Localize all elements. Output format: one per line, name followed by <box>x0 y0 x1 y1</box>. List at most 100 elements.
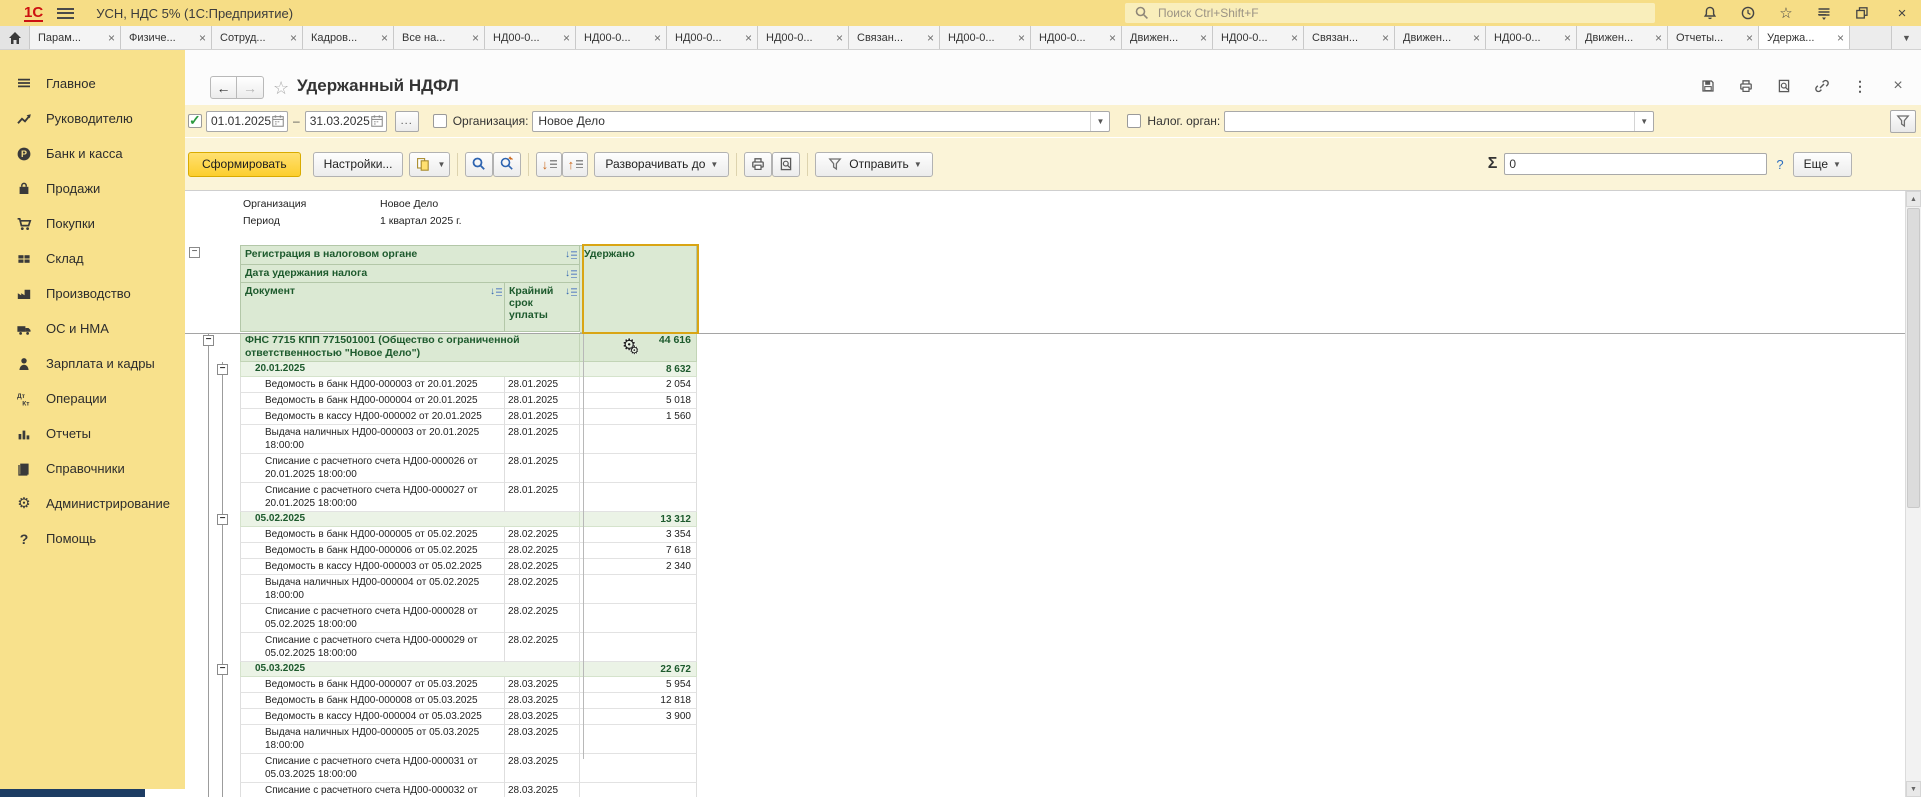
tab-item[interactable]: НД00-0...× <box>1213 26 1304 49</box>
kebab-icon[interactable]: ⋮ <box>1851 77 1869 95</box>
forward-button[interactable]: → <box>237 76 264 99</box>
date-total-cell[interactable]: 13 312 <box>580 512 697 527</box>
period-checkbox[interactable] <box>188 114 202 128</box>
amount-cell[interactable]: 2 054 <box>580 377 697 393</box>
amount-cell[interactable]: 2 340 <box>580 559 697 575</box>
collapse-groups-button[interactable]: ↓ <box>536 152 562 177</box>
report-doc-row[interactable]: Ведомость в кассу НД00-000002 от 20.01.2… <box>188 409 1088 425</box>
tab-close-icon[interactable]: × <box>1018 32 1025 44</box>
deadline-cell[interactable]: 28.03.2025 <box>505 677 580 693</box>
tab-item[interactable]: Парам...× <box>30 26 121 49</box>
history-icon[interactable] <box>1739 4 1757 22</box>
tab-close-icon[interactable]: × <box>654 32 661 44</box>
date-group-cell[interactable]: 05.03.2025 <box>240 662 580 677</box>
document-cell[interactable]: Ведомость в кассу НД00-000004 от 05.03.2… <box>240 709 505 725</box>
document-cell[interactable]: Списание с расчетного счета НД00-000029 … <box>240 633 505 662</box>
help-link[interactable]: ? <box>1776 157 1783 172</box>
tab-item[interactable]: НД00-0...× <box>576 26 667 49</box>
report-date-row[interactable]: −20.01.20258 632 <box>188 362 1088 377</box>
sidebar-item-зарплата-и-кадры[interactable]: Зарплата и кадры <box>0 346 185 381</box>
scrollbar-thumb[interactable] <box>1907 208 1920 508</box>
tab-close-icon[interactable]: × <box>1200 32 1207 44</box>
sort-icon[interactable]: ↓ <box>565 286 577 298</box>
amount-cell[interactable] <box>580 783 697 797</box>
deadline-cell[interactable]: 28.03.2025 <box>505 725 580 754</box>
tab-item[interactable]: Связан...× <box>849 26 940 49</box>
date-to-field[interactable]: 31.03.2025 <box>305 111 387 132</box>
date-total-cell[interactable]: 8 632 <box>580 362 697 377</box>
tab-close-icon[interactable]: × <box>381 32 388 44</box>
sidebar-item-помощь[interactable]: ?Помощь <box>0 521 185 556</box>
deadline-cell[interactable]: 28.01.2025 <box>505 425 580 454</box>
tab-close-icon[interactable]: × <box>1746 32 1753 44</box>
tab-item[interactable]: НД00-0...× <box>667 26 758 49</box>
sidebar-item-покупки[interactable]: Покупки <box>0 206 185 241</box>
sort-icon[interactable]: ↓ <box>565 268 577 279</box>
generate-button[interactable]: Сформировать <box>188 152 301 177</box>
amount-cell[interactable]: 3 354 <box>580 527 697 543</box>
print-preview-button[interactable] <box>772 152 800 177</box>
sidebar-item-отчеты[interactable]: Отчеты <box>0 416 185 451</box>
tax-authority-checkbox[interactable] <box>1127 114 1141 128</box>
sum-field[interactable] <box>1504 153 1767 175</box>
tab-item[interactable]: Отчеты...× <box>1668 26 1759 49</box>
report-doc-row[interactable]: Списание с расчетного счета НД00-000029 … <box>188 633 1088 662</box>
document-cell[interactable]: Выдача наличных НД00-000003 от 20.01.202… <box>240 425 505 454</box>
collapse-outer-button[interactable]: − <box>189 247 200 258</box>
deadline-cell[interactable]: 28.02.2025 <box>505 575 580 604</box>
sort-icon[interactable]: ↓ <box>490 286 502 297</box>
chevron-down-icon[interactable]: ▼ <box>1090 112 1109 131</box>
collapse-date-button[interactable]: − <box>217 514 228 525</box>
tab-item[interactable]: Движен...× <box>1122 26 1213 49</box>
sidebar-item-продажи[interactable]: Продажи <box>0 171 185 206</box>
tab-close-icon[interactable]: × <box>1655 32 1662 44</box>
organization-combo[interactable]: Новое Дело ▼ <box>532 111 1110 132</box>
sort-icon[interactable]: ↓ <box>565 249 577 260</box>
document-cell[interactable]: Ведомость в банк НД00-000003 от 20.01.20… <box>240 377 505 393</box>
print-icon[interactable] <box>1737 77 1755 95</box>
expand-to-button[interactable]: Разворачивать до▼ <box>594 152 729 177</box>
more-button[interactable]: Еще▼ <box>1793 152 1852 177</box>
report-doc-row[interactable]: Ведомость в кассу НД00-000004 от 05.03.2… <box>188 709 1088 725</box>
date-from-field[interactable]: 01.01.2025 <box>206 111 288 132</box>
report-doc-row[interactable]: Выдача наличных НД00-000003 от 20.01.202… <box>188 425 1088 454</box>
tab-item[interactable]: Кадров...× <box>303 26 394 49</box>
tabs-overflow-button[interactable]: ▼ <box>1891 26 1921 49</box>
amount-cell[interactable] <box>580 483 697 512</box>
header-withhold-date[interactable]: Дата удержания налога↓ <box>240 265 580 283</box>
tab-item[interactable]: Удержа...× <box>1759 26 1850 49</box>
tab-close-icon[interactable]: × <box>927 32 934 44</box>
tab-item[interactable]: Связан...× <box>1304 26 1395 49</box>
notifications-icon[interactable] <box>1701 4 1719 22</box>
expand-groups-button[interactable]: ↑ <box>562 152 588 177</box>
favorites-icon[interactable]: ☆ <box>1777 4 1795 22</box>
deadline-cell[interactable]: 28.03.2025 <box>505 709 580 725</box>
date-group-cell[interactable]: 20.01.2025 <box>240 362 580 377</box>
report-doc-row[interactable]: Ведомость в кассу НД00-000003 от 05.02.2… <box>188 559 1088 575</box>
tab-close-icon[interactable]: × <box>1564 32 1571 44</box>
header-document[interactable]: Документ↓ <box>240 283 505 332</box>
calendar-icon[interactable] <box>271 114 285 128</box>
amount-cell[interactable] <box>580 725 697 754</box>
sidebar-item-справочники[interactable]: Справочники <box>0 451 185 486</box>
find-reset-button[interactable] <box>493 152 521 177</box>
document-cell[interactable]: Ведомость в банк НД00-000005 от 05.02.20… <box>240 527 505 543</box>
preview-icon[interactable] <box>1775 77 1793 95</box>
report-date-row[interactable]: −05.03.202522 672 <box>188 662 1088 677</box>
tab-close-icon[interactable]: × <box>290 32 297 44</box>
report-doc-row[interactable]: Ведомость в банк НД00-000004 от 20.01.20… <box>188 393 1088 409</box>
tab-item[interactable]: НД00-0...× <box>1031 26 1122 49</box>
settings-button[interactable]: Настройки... <box>313 152 404 177</box>
scroll-down-icon[interactable]: ▼ <box>1906 781 1921 797</box>
tab-item[interactable]: НД00-0...× <box>485 26 576 49</box>
document-cell[interactable]: Списание с расчетного счета НД00-000028 … <box>240 604 505 633</box>
header-registration[interactable]: Регистрация в налоговом органе↓ <box>240 245 580 265</box>
find-button[interactable] <box>465 152 493 177</box>
favorite-star-icon[interactable]: ☆ <box>273 78 289 99</box>
tab-item[interactable]: Движен...× <box>1577 26 1668 49</box>
report-doc-row[interactable]: Ведомость в банк НД00-000008 от 05.03.20… <box>188 693 1088 709</box>
document-cell[interactable]: Списание с расчетного счета НД00-000032 … <box>240 783 505 797</box>
tab-close-icon[interactable]: × <box>1291 32 1298 44</box>
deadline-cell[interactable]: 28.02.2025 <box>505 559 580 575</box>
document-cell[interactable]: Списание с расчетного счета НД00-000031 … <box>240 754 505 783</box>
